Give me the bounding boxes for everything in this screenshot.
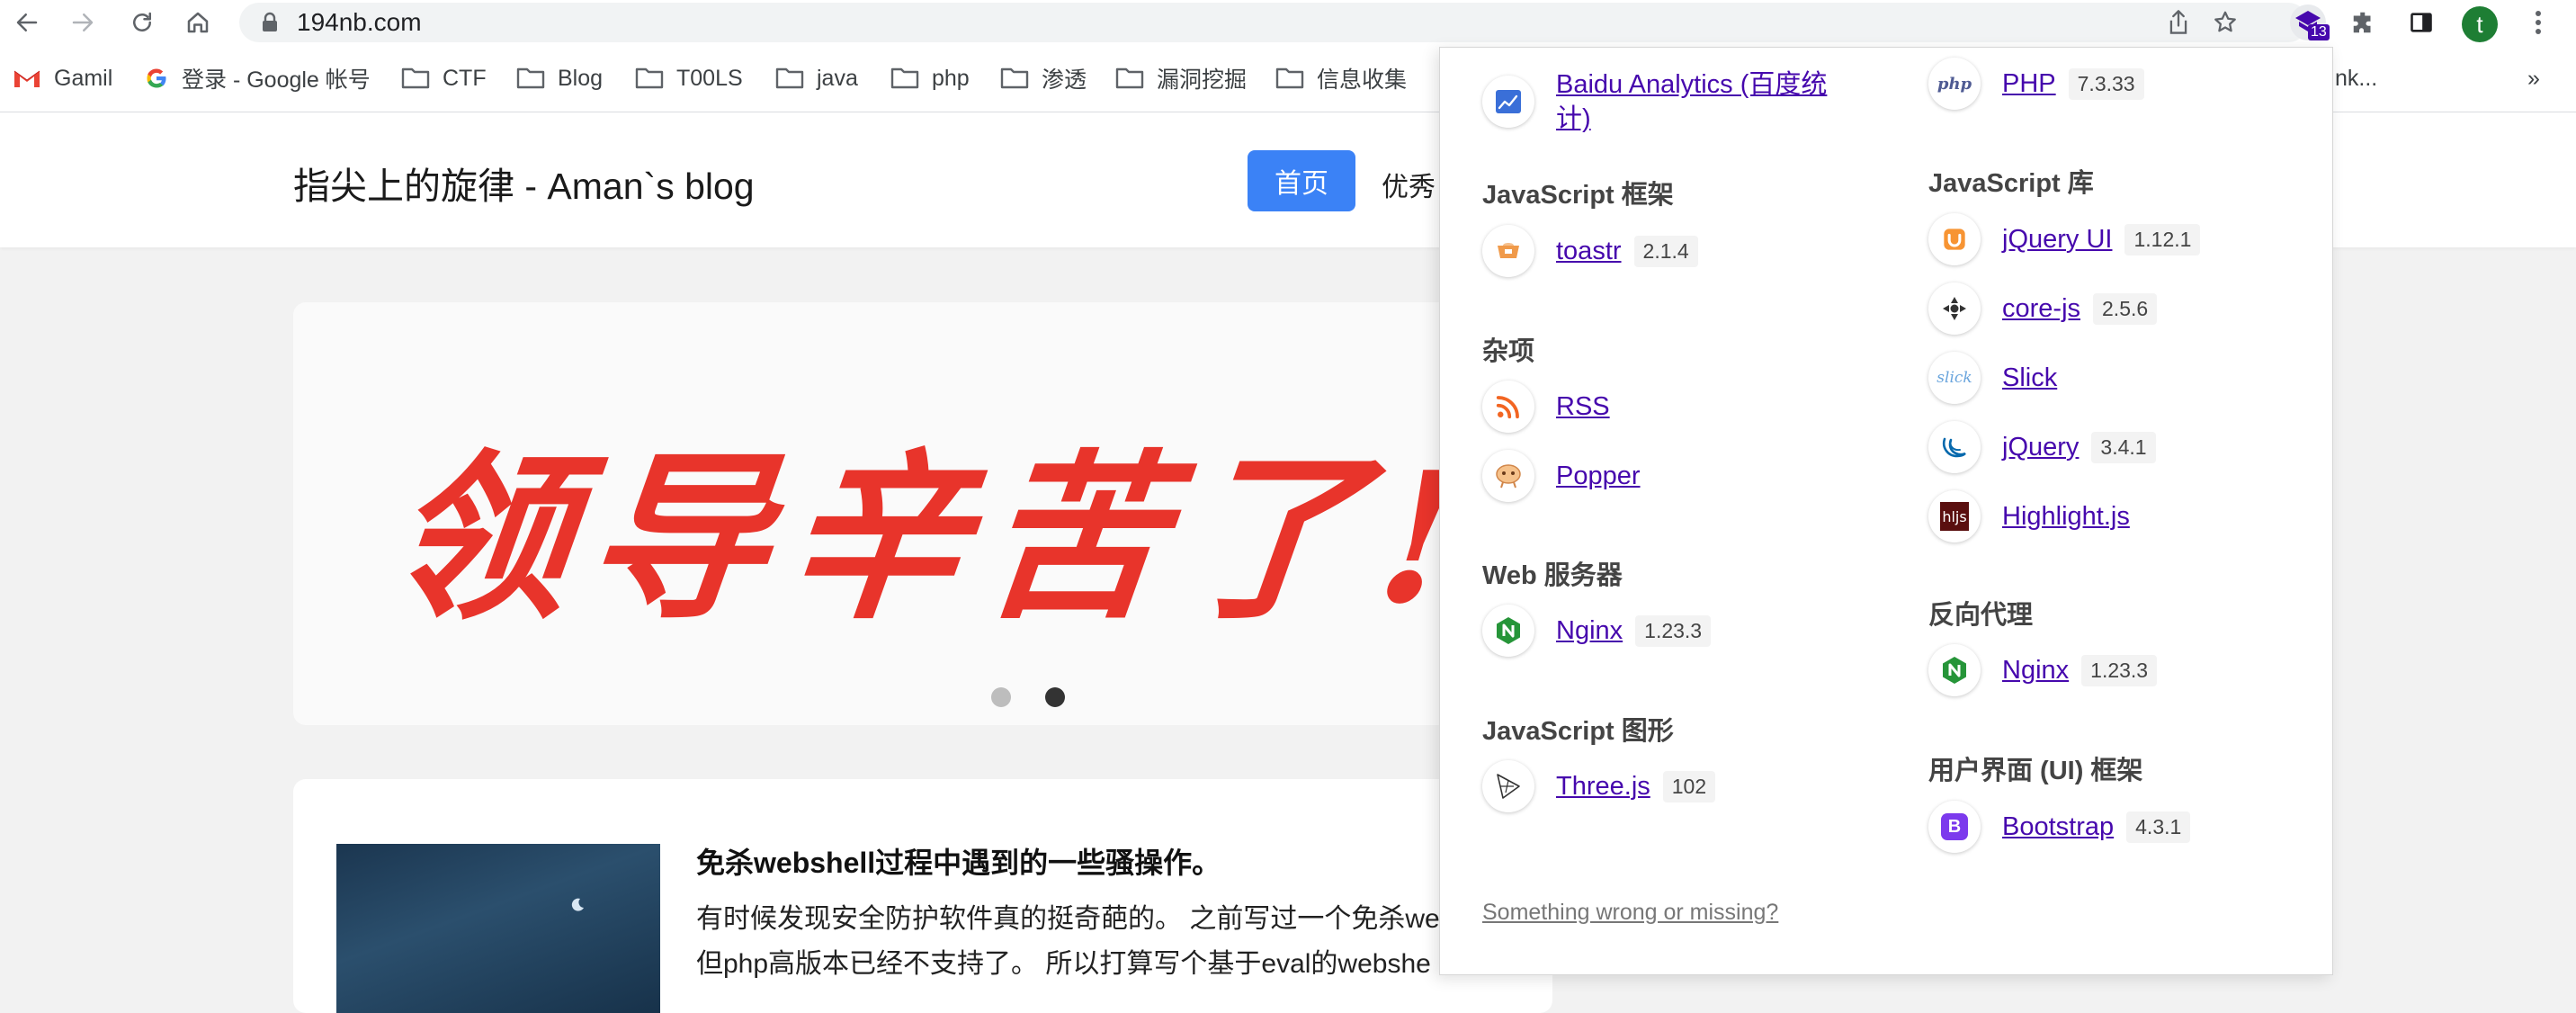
kebab-menu-icon [2536,11,2541,34]
php-icon: php [1928,58,1981,110]
bookmark-folder-ctf[interactable]: CTF [401,61,487,95]
folder-icon [1115,67,1144,89]
tech-popper[interactable]: Popper [1482,449,1641,503]
folder-icon [890,67,919,89]
share-icon[interactable] [2162,6,2195,39]
banner-carousel[interactable]: 领导辛苦了! [293,302,1552,725]
tech-threejs[interactable]: Three.js 102 [1482,759,1716,813]
bookmarks-overflow-button[interactable]: » [2527,61,2540,95]
technology-popup: Baidu Analytics (百度统 计) JavaScript 框架 to… [1439,47,2333,975]
post-excerpt-line-1: 有时候发现安全防护软件真的挺奇葩的。 之前写过一个免杀we [696,904,1440,934]
popper-icon [1482,450,1534,502]
category-reverse-proxy: 反向代理 [1928,601,2034,630]
tech-name-continued[interactable]: 计) [1556,102,1827,136]
folder-icon [401,67,430,89]
post-excerpt-line-2: 但php高版本已经不支持了。 所以打算写个基于eval的webshe [696,949,1431,979]
side-panel-icon [2411,13,2432,32]
menu-button[interactable] [2520,4,2556,40]
site-title[interactable]: 指尖上的旋律 - Aman`s blog [293,156,755,210]
tech-toastr[interactable]: toastr 2.1.4 [1482,224,1698,278]
bookmark-folder-php[interactable]: php [890,61,970,95]
post-title[interactable]: 免杀webshell过程中遇到的一些骚操作。 [696,840,1221,882]
threejs-icon [1482,760,1534,812]
extensions-button[interactable] [2346,4,2382,40]
home-icon [187,12,209,33]
carousel-dot-1[interactable] [991,687,1011,707]
bookmark-star-icon[interactable] [2209,6,2241,39]
moon-icon [571,898,584,911]
category-javascript-library: JavaScript 库 [1928,169,2094,198]
tech-name[interactable]: Baidu Analytics (百度统 [1556,67,1827,102]
jquery-icon [1928,421,1981,473]
puzzle-icon [2353,12,2371,33]
category-ui-framework: 用户界面 (UI) 框架 [1928,757,2143,785]
forward-arrow-icon [72,13,94,31]
tech-jquery[interactable]: jQuery 3.4.1 [1928,420,2156,474]
tech-core-js[interactable]: core-js 2.5.6 [1928,282,2158,336]
side-panel-button[interactable] [2403,4,2439,40]
highlightjs-icon: hljs [1928,490,1981,542]
folder-icon [516,67,545,89]
folder-icon [775,67,804,89]
category-javascript-framework: JavaScript 框架 [1482,181,1674,210]
tech-baidu-analytics[interactable]: Baidu Analytics (百度统 计) [1482,61,1827,142]
gmail-icon [13,70,40,87]
category-javascript-graphics: JavaScript 图形 [1482,717,1674,746]
folder-icon [1275,67,1304,89]
forward-button[interactable] [65,4,101,40]
category-misc: 杂项 [1482,337,1535,366]
toastr-icon [1482,225,1534,277]
bookmark-folder-vuln-hunting[interactable]: 漏洞挖掘 [1115,61,1247,95]
carousel-dot-2[interactable] [1045,687,1065,707]
bookmark-folder-pentest[interactable]: 渗透 [1000,61,1087,95]
post-card[interactable]: 免杀webshell过程中遇到的一些骚操作。 有时候发现安全防护软件真的挺奇葩的… [293,779,1552,1013]
tech-php-row[interactable]: php PHP 7.3.33 [1928,57,2144,111]
profile-avatar[interactable]: t [2462,6,2498,42]
wappalyzer-extension-button[interactable]: 13 [2290,4,2330,40]
tech-slick[interactable]: slick Slick [1928,351,2057,405]
bookmark-folder-t00ls[interactable]: T00LS [635,61,743,95]
url-text: 194nb.com [297,8,422,36]
tech-nginx-proxy[interactable]: Nginx 1.23.3 [1928,643,2158,697]
tech-jquery-ui[interactable]: jQuery UI 1.12.1 [1928,212,2201,266]
bookmark-folder-blog[interactable]: Blog [516,61,603,95]
tech-rss[interactable]: RSS [1482,380,1610,434]
bookmark-folder-java[interactable]: java [775,61,858,95]
google-icon [147,68,166,88]
core-js-icon [1928,282,1981,335]
tech-bootstrap[interactable]: B Bootstrap 4.3.1 [1928,800,2191,854]
address-bar[interactable]: 194nb.com [239,3,2308,42]
tech-highlightjs[interactable]: hljs Highlight.js [1928,489,2130,543]
baidu-analytics-icon [1482,76,1534,128]
reload-button[interactable] [124,4,160,40]
tech-nginx[interactable]: Nginx 1.23.3 [1482,604,1712,658]
bookmark-truncated[interactable]: nk... [2335,61,2377,95]
folder-icon [635,67,664,89]
category-web-server: Web 服务器 [1482,561,1623,590]
slick-icon: slick [1928,352,1981,404]
bookmark-folder-recon[interactable]: 信息收集 [1275,61,1407,95]
reload-icon [133,12,151,31]
nav-item-featured[interactable]: 优秀 [1382,165,1436,204]
nginx-icon [1482,605,1534,657]
nginx-icon [1928,644,1981,696]
lock-icon[interactable] [254,6,286,39]
bookmark-gamil[interactable]: Gamil [13,61,112,95]
nav-home-button[interactable]: 首页 [1248,150,1355,211]
post-thumbnail[interactable] [336,844,660,1013]
bookmark-google-login[interactable]: 登录 - Google 帐号 [144,61,371,95]
back-button[interactable] [9,4,45,40]
extension-badge: 13 [2308,24,2330,40]
jquery-ui-icon [1928,213,1981,265]
bootstrap-icon: B [1928,801,1981,853]
folder-icon [1000,67,1029,89]
back-arrow-icon [16,13,38,31]
banner-text: 领导辛苦了! [379,433,1489,644]
browser-toolbar: 194nb.com 13 t [0,0,2576,45]
home-button[interactable] [180,4,216,40]
rss-icon [1482,381,1534,433]
report-missing-link[interactable]: Something wrong or missing? [1482,900,1778,926]
